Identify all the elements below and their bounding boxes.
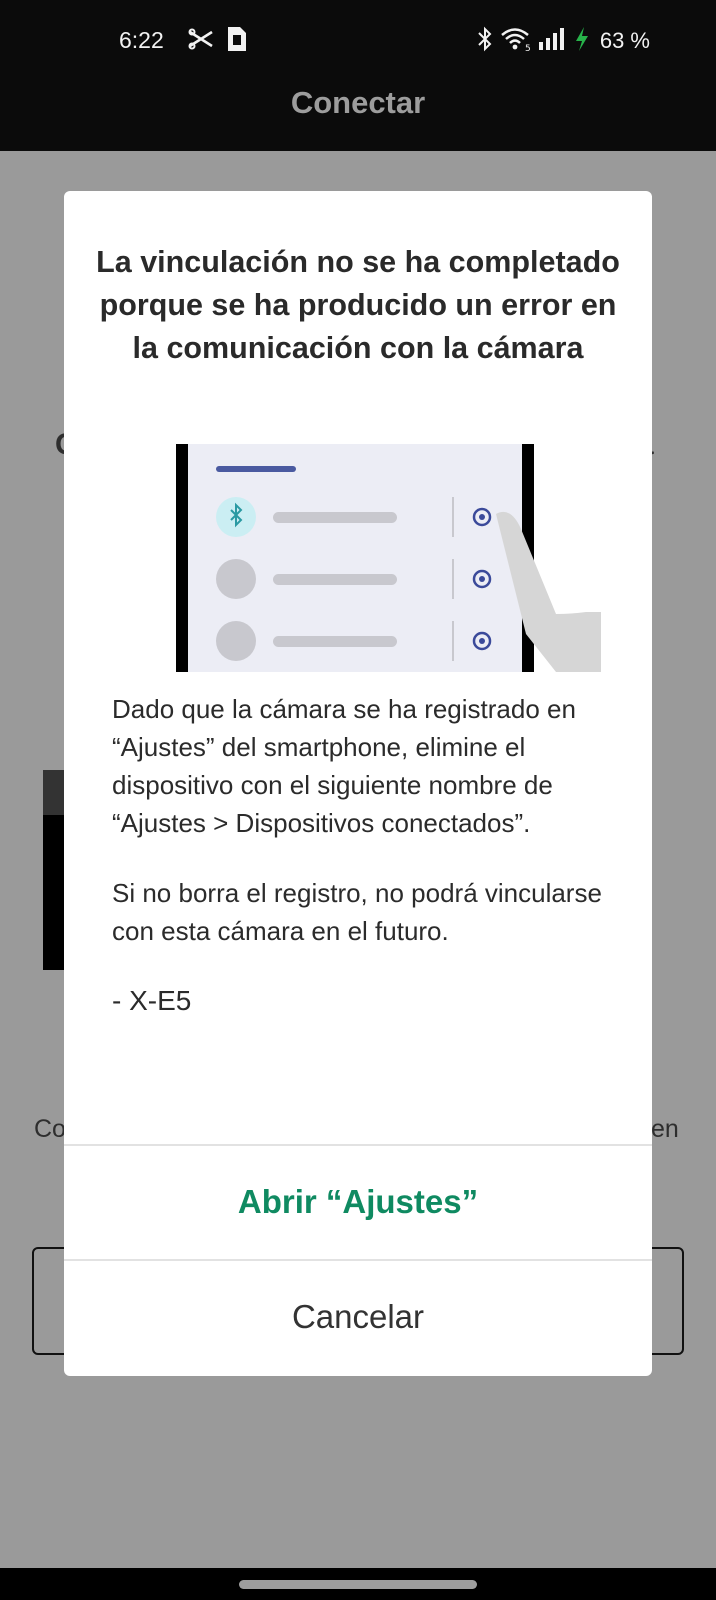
battery-percentage: 63 % (599, 28, 650, 53)
open-settings-button[interactable]: Abrir “Ajustes” (64, 1145, 652, 1259)
background-camera-image (43, 770, 65, 970)
svg-text:5: 5 (525, 44, 531, 52)
page-title: Conectar (290, 85, 426, 120)
status-icons-left (188, 26, 248, 57)
dialog-message-instructions: Dado que la cámara se ha registrado en “… (112, 694, 576, 838)
dialog-body: Dado que la cámara se ha registrado en “… (112, 690, 612, 1052)
settings-illustration (176, 444, 606, 672)
signal-icon (538, 27, 568, 56)
charging-icon (574, 26, 590, 57)
cancel-button[interactable]: Cancelar (64, 1260, 652, 1374)
dialog-message-warning: Si no borra el registro, no podrá vincul… (112, 878, 602, 946)
home-gesture-handle[interactable] (239, 1580, 477, 1589)
background-text-fragment-right: en (651, 1115, 679, 1143)
dialog-title: La vinculación no se ha completado porqu… (96, 245, 620, 365)
status-time: 6:22 (119, 27, 164, 53)
error-dialog: La vinculación no se ha completado porqu… (64, 191, 652, 1376)
scissors-icon (188, 28, 214, 55)
sim-card-icon (224, 26, 248, 57)
navigation-bar (0, 1568, 716, 1600)
wifi-icon: 5 (500, 26, 532, 57)
status-bar: 6:22 5 63 % (0, 0, 716, 82)
device-name: - X-E5 (112, 985, 192, 1016)
app-bar: Conectar (0, 82, 716, 151)
bluetooth-icon (476, 26, 494, 57)
status-icons-right: 5 63 % (476, 26, 650, 56)
background-text-fragment-left: Co (34, 1115, 66, 1143)
